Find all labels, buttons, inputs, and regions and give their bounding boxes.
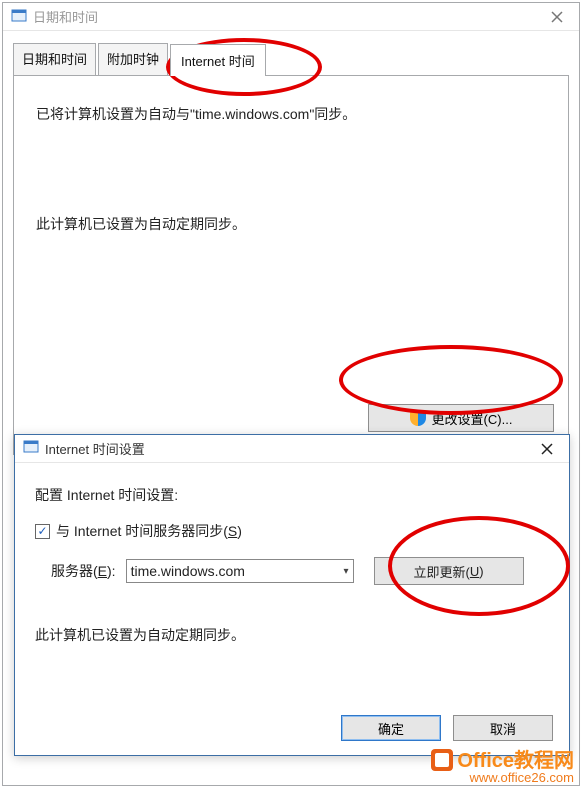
server-label: 服务器(E): (51, 561, 116, 581)
close-icon[interactable] (535, 3, 579, 30)
inner-close-icon[interactable] (525, 435, 569, 462)
watermark-brand: Office教程网 (457, 750, 574, 772)
inner-status-text: 此计算机已设置为自动定期同步。 (35, 625, 549, 645)
inner-titlebar[interactable]: Internet 时间设置 (15, 435, 569, 463)
sync-info-text: 已将计算机设置为自动与"time.windows.com"同步。 (36, 104, 546, 124)
watermark-url: www.office26.com (431, 771, 574, 784)
ok-button[interactable]: 确定 (341, 715, 441, 741)
server-value: time.windows.com (131, 563, 245, 579)
calendar-icon (11, 7, 27, 26)
auto-sync-text: 此计算机已设置为自动定期同步。 (36, 214, 546, 234)
tab-content: 已将计算机设置为自动与"time.windows.com"同步。 此计算机已设置… (13, 75, 569, 455)
tab-additional-clocks[interactable]: 附加时钟 (98, 43, 168, 75)
chevron-down-icon: ▾ (344, 566, 349, 577)
outer-titlebar[interactable]: 日期和时间 (3, 3, 579, 31)
uac-shield-icon (410, 410, 426, 426)
outer-title: 日期和时间 (33, 7, 535, 26)
sync-checkbox-label: 与 Internet 时间服务器同步(S) (56, 521, 242, 541)
internet-time-settings-dialog: Internet 时间设置 配置 Internet 时间设置: ✓ 与 Inte… (14, 434, 570, 756)
watermark-icon (431, 749, 453, 771)
change-settings-button[interactable]: 更改设置(C)... (368, 404, 554, 432)
change-settings-label: 更改设置(C)... (432, 409, 513, 428)
configure-label: 配置 Internet 时间设置: (35, 485, 549, 505)
tab-internet-time[interactable]: Internet 时间 (170, 44, 266, 76)
tab-row: 日期和时间 附加时钟 Internet 时间 (13, 43, 569, 75)
server-dropdown[interactable]: time.windows.com ▾ (126, 559, 354, 583)
watermark: Office教程网 www.office26.com (431, 749, 574, 784)
inner-title: Internet 时间设置 (45, 439, 525, 458)
sync-checkbox[interactable]: ✓ (35, 524, 50, 539)
cancel-button[interactable]: 取消 (453, 715, 553, 741)
tab-date-time[interactable]: 日期和时间 (13, 43, 96, 75)
calendar-icon (23, 438, 39, 459)
update-now-button[interactable]: 立即更新(U) (374, 557, 524, 585)
